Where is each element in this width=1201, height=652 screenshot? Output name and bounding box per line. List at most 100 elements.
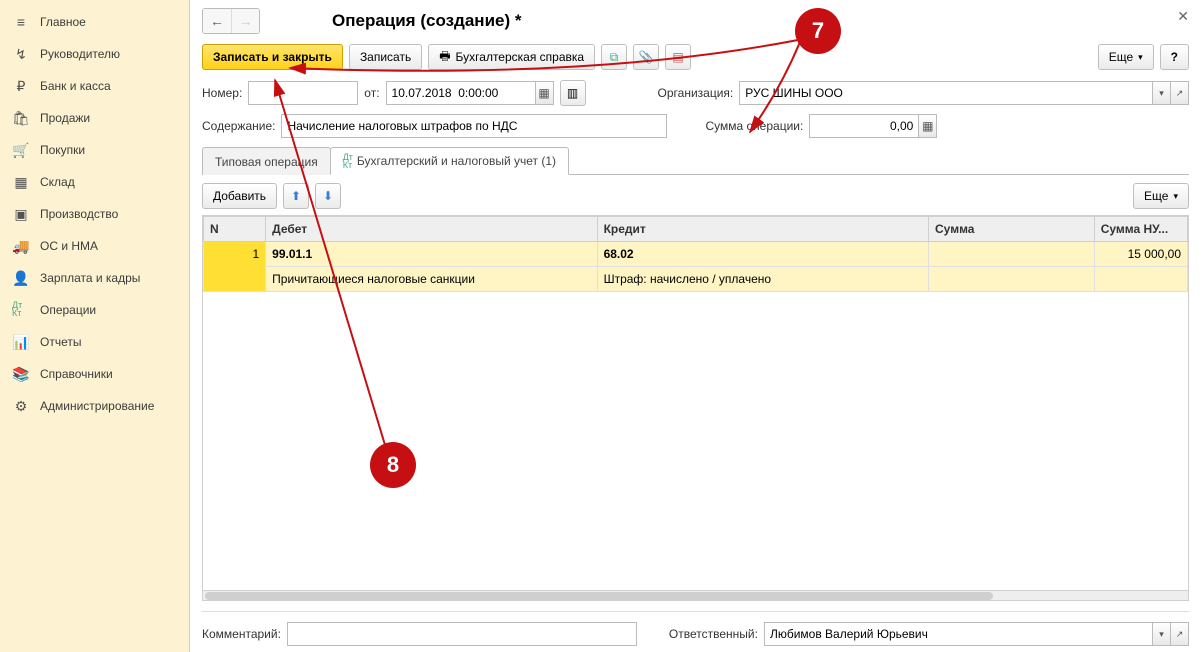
sidebar-item-label: Склад	[40, 175, 75, 189]
sidebar-item-reports[interactable]: 📊Отчеты	[0, 326, 189, 358]
clip-icon: 📎	[639, 50, 654, 64]
tab-label: Типовая операция	[215, 155, 318, 169]
print-icon: 🖶	[439, 47, 450, 68]
cell-empty[interactable]	[929, 267, 1095, 292]
sidebar-item-assets[interactable]: 🚚 ОС и НМА	[0, 230, 189, 262]
close-icon[interactable]: ✕	[1177, 8, 1189, 25]
sum-label: Сумма операции:	[705, 119, 803, 133]
sidebar-item-label: Операции	[40, 303, 96, 317]
col-header-n[interactable]: N	[204, 217, 266, 242]
back-button[interactable]: ←	[203, 9, 231, 33]
sidebar-item-main[interactable]: ≡ Главное	[0, 6, 189, 38]
ruble-icon: ₽	[12, 77, 30, 95]
save-and-close-button[interactable]: Записать и закрыть	[202, 44, 343, 70]
col-header-sum[interactable]: Сумма	[929, 217, 1095, 242]
page-title: Операция (создание) *	[332, 11, 521, 31]
sidebar-item-bank[interactable]: ₽Банк и касса	[0, 70, 189, 102]
org-open-button[interactable]: ↗	[1171, 81, 1189, 105]
col-header-credit[interactable]: Кредит	[597, 217, 928, 242]
doc-button[interactable]: ▤	[665, 44, 691, 70]
org-dropdown-button[interactable]: ▾	[1153, 81, 1171, 105]
table-row[interactable]: 1 99.01.1 68.02 15 000,00	[204, 242, 1188, 267]
tab-typical-operation[interactable]: Типовая операция	[202, 147, 331, 175]
more-button[interactable]: Еще ▾	[1098, 44, 1154, 70]
sidebar-item-label: Руководителю	[40, 47, 120, 61]
doc-icon: ▤	[672, 50, 683, 64]
sidebar-item-label: Администрирование	[40, 399, 154, 413]
sidebar-item-production[interactable]: ▣Производство	[0, 198, 189, 230]
print-reference-label: Бухгалтерская справка	[456, 50, 585, 64]
date-fill-button[interactable]: ▥	[560, 80, 586, 106]
menu-icon: ≡	[12, 13, 30, 31]
help-button[interactable]: ?	[1160, 44, 1189, 70]
sidebar-item-label: Главное	[40, 15, 86, 29]
responsible-label: Ответственный:	[669, 627, 758, 641]
grid-icon: ▦	[12, 173, 30, 191]
content-label: Содержание:	[202, 119, 275, 133]
sidebar-item-purchases[interactable]: 🛒 Покупки	[0, 134, 189, 166]
sidebar-item-label: ОС и НМА	[40, 239, 98, 253]
date-input[interactable]	[386, 81, 536, 105]
comment-input[interactable]	[287, 622, 637, 646]
content-input[interactable]	[281, 114, 667, 138]
chart-icon: ↯	[12, 45, 30, 63]
number-input[interactable]	[248, 81, 358, 105]
print-reference-button[interactable]: 🖶 Бухгалтерская справка	[428, 44, 595, 70]
save-button[interactable]: Записать	[349, 44, 422, 70]
from-label: от:	[364, 86, 379, 100]
sidebar-item-label: Справочники	[40, 367, 113, 381]
col-header-sumnu[interactable]: Сумма НУ...	[1094, 217, 1187, 242]
move-down-button[interactable]: ⬇	[315, 183, 341, 209]
sidebar-item-directories[interactable]: 📚 Справочники	[0, 358, 189, 390]
sidebar-item-sales[interactable]: 🛍Продажи	[0, 102, 189, 134]
truck-icon: 🚚	[12, 237, 30, 255]
tab-label: Бухгалтерский и налоговый учет (1)	[357, 154, 556, 168]
cell-n: 1	[204, 242, 266, 292]
forward-button[interactable]: →	[231, 9, 259, 33]
bars-icon: 📊	[12, 333, 30, 351]
sidebar-item-label: Покупки	[40, 143, 85, 157]
calculator-button[interactable]: ▦	[919, 114, 937, 138]
callout-7: 7	[795, 8, 841, 54]
cell-empty[interactable]	[1094, 267, 1187, 292]
dtkt-icon: ДтКт	[343, 153, 353, 169]
cell-debit-desc[interactable]: Причитающиеся налоговые санкции	[266, 267, 597, 292]
grid: N Дебет Кредит Сумма Сумма НУ... 1 99.01…	[202, 215, 1189, 601]
sum-input[interactable]	[809, 114, 919, 138]
move-up-button[interactable]: ⬆	[283, 183, 309, 209]
cart-icon: 🛒	[12, 141, 30, 159]
calendar-button[interactable]: ▦	[536, 81, 554, 105]
cell-sum[interactable]	[929, 242, 1095, 267]
register-icon: ⧉	[610, 50, 619, 65]
cell-debit-acc[interactable]: 99.01.1	[266, 242, 597, 267]
responsible-open-button[interactable]: ↗	[1171, 622, 1189, 646]
sidebar: ≡ Главное ↯ Руководителю ₽Банк и касса 🛍Пр…	[0, 0, 190, 652]
responsible-dropdown-button[interactable]: ▾	[1153, 622, 1171, 646]
tab-accounting[interactable]: ДтКт Бухгалтерский и налоговый учет (1)	[330, 147, 569, 175]
main-area: ✕ ← → Операция (создание) * Записать и з…	[190, 0, 1201, 652]
cell-credit-desc[interactable]: Штраф: начислено / уплачено	[597, 267, 928, 292]
sidebar-item-label: Продажи	[40, 111, 90, 125]
org-label: Организация:	[658, 86, 734, 100]
sidebar-item-warehouse[interactable]: ▦ Склад	[0, 166, 189, 198]
attach-button[interactable]: 📎	[633, 44, 659, 70]
cell-credit-acc[interactable]: 68.02	[597, 242, 928, 267]
add-row-button[interactable]: Добавить	[202, 183, 277, 209]
sidebar-item-admin[interactable]: ⚙Администрирование	[0, 390, 189, 422]
table-more-button[interactable]: Еще ▾	[1133, 183, 1189, 209]
cell-sumnu[interactable]: 15 000,00	[1094, 242, 1187, 267]
number-label: Номер:	[202, 86, 242, 100]
col-header-debit[interactable]: Дебет	[266, 217, 597, 242]
sidebar-item-manager[interactable]: ↯ Руководителю	[0, 38, 189, 70]
sidebar-item-hr[interactable]: 👤Зарплата и кадры	[0, 262, 189, 294]
table-row[interactable]: Причитающиеся налоговые санкции Штраф: н…	[204, 267, 1188, 292]
responsible-input[interactable]	[764, 622, 1153, 646]
sidebar-item-operations[interactable]: ДтКтОперации	[0, 294, 189, 326]
horizontal-scrollbar[interactable]	[203, 590, 1188, 600]
chevron-down-icon: ▾	[1138, 52, 1143, 63]
sidebar-item-label: Производство	[40, 207, 118, 221]
org-input[interactable]	[739, 81, 1153, 105]
calendar-icon: ▦	[538, 86, 549, 100]
books-icon: 📚	[12, 365, 30, 383]
register-button[interactable]: ⧉	[601, 44, 627, 70]
